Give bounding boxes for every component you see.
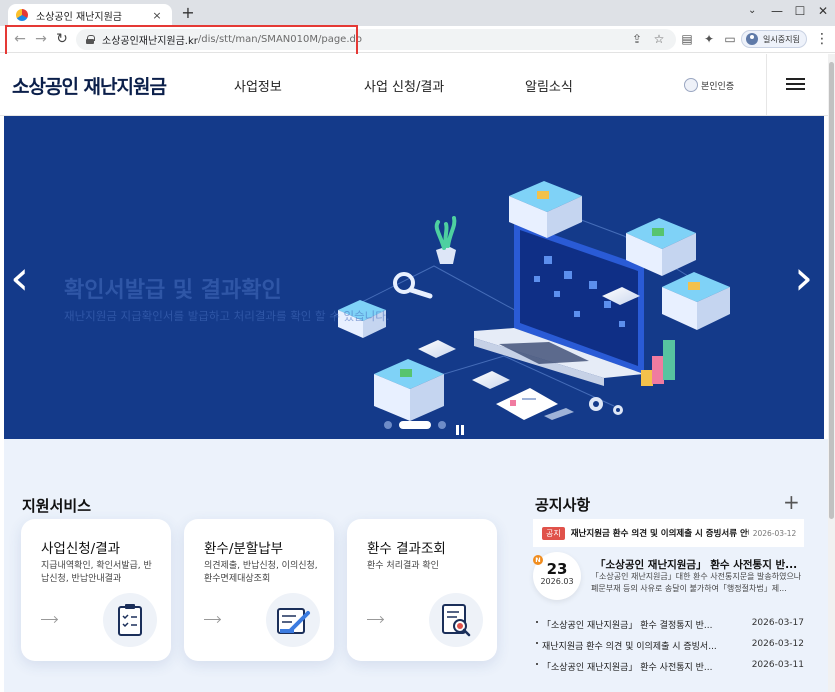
pinned-notice-text: 재난지원금 환수 의견 및 이의제출 시 증빙서류 안내 xyxy=(570,529,749,539)
notices-more-button[interactable]: + xyxy=(783,492,800,512)
hamburger-menu-icon[interactable] xyxy=(786,78,805,90)
service-card-desc: 환수 처리결과 확인 xyxy=(367,561,439,571)
nav-item-business-info[interactable]: 사업정보 xyxy=(234,76,282,95)
service-card-desc: 의견제출, 반납신청, 이의신청, 환수면제대상조회 xyxy=(204,561,318,584)
service-card-title: 환수/분할납부 xyxy=(204,541,284,557)
new-tab-button[interactable]: + xyxy=(180,4,196,22)
hero-subtitle: 재난지원금 지급확인서를 발급하고 처리결과를 확인 할 수 있습니다. xyxy=(64,309,390,323)
browser-tab-strip: 소상공인 재난지원금 × + ⌄ — ☐ ✕ xyxy=(0,0,835,26)
slide-prev-button[interactable]: ‹ xyxy=(10,254,29,302)
slide-pause-icon[interactable] xyxy=(456,420,466,435)
browser-tab[interactable]: 소상공인 재난지원금 × xyxy=(8,4,172,26)
browser-menu-icon[interactable]: ⋮ xyxy=(815,31,829,47)
notice-item-text: 「소상공인 재난지원금」 환수 사전통지 반... xyxy=(542,663,713,673)
list-item[interactable]: 「소상공인 재난지원금」 환수 사전통지 반... 2026-03-11 xyxy=(536,660,804,681)
identity-verification-icon xyxy=(684,78,698,92)
bar-chart-icon xyxy=(641,340,675,386)
support-services-title: 지원서비스 xyxy=(22,497,92,515)
site-favicon-icon xyxy=(16,9,28,21)
identity-verification-button[interactable]: 본인인증 xyxy=(684,78,734,92)
server-block-icon xyxy=(374,359,444,421)
notice-item-text: 「소상공인 재난지원금」 환수 결정통지 반... xyxy=(542,621,713,631)
document-search-icon xyxy=(429,593,483,647)
bullet-icon xyxy=(536,621,538,623)
window-close-button[interactable]: ✕ xyxy=(816,4,830,18)
list-item[interactable]: 「소상공인 재난지원금」 환수 결정통지 반... 2026-03-17 xyxy=(536,618,804,639)
arrow-right-icon xyxy=(367,619,383,620)
site-logo[interactable]: 소상공인 재난지원금 xyxy=(12,72,167,99)
service-card-title: 환수 결과조회 xyxy=(367,541,446,557)
notice-item-date: 2026-03-12 xyxy=(751,639,804,649)
slide-dot-active[interactable] xyxy=(399,421,431,429)
slide-pagination xyxy=(384,421,453,429)
arrow-right-icon xyxy=(204,619,220,620)
gear-icon xyxy=(589,397,623,415)
new-badge: N xyxy=(533,555,543,565)
hero-title: 확인서발급 및 결과확인 xyxy=(64,278,282,303)
featured-notice[interactable]: 23 2026.03 N 「소상공인 재난지원금」 환수 사전통지 반... 「… xyxy=(533,552,804,604)
featured-notice-desc: 「소상공인 재난지원금」대한 환수 사전통지문을 발송하였으나 폐문부재 등의 … xyxy=(591,572,802,593)
notices-title: 공지사항 xyxy=(535,496,591,514)
slide-next-button[interactable]: › xyxy=(794,254,813,302)
server-block-icon xyxy=(662,272,730,330)
service-card-title: 사업신청/결과 xyxy=(41,541,121,557)
profile-button[interactable]: 일시중지됨 xyxy=(741,30,807,48)
notice-item-date: 2026-03-11 xyxy=(751,660,804,670)
list-item[interactable]: 재난지원금 환수 의견 및 이의제출 시 증빙서... 2026-03-12 xyxy=(536,639,804,660)
tab-close-icon[interactable]: × xyxy=(150,9,164,22)
featured-notice-year-month: 2026.03 xyxy=(540,577,574,586)
notice-item-text: 재난지원금 환수 의견 및 이의제출 시 증빙서... xyxy=(542,642,717,652)
pinned-notice-date: 2026-03-12 xyxy=(752,528,797,538)
all-menu-area xyxy=(766,54,828,116)
notice-item-date: 2026-03-17 xyxy=(751,618,804,628)
profile-label: 일시중지됨 xyxy=(763,34,800,44)
site-header: 소상공인 재난지원금 사업정보 사업 신청/결과 알림소식 본인인증 xyxy=(0,54,828,116)
tab-search-chevron-icon[interactable]: ⌄ xyxy=(748,5,756,16)
url-highlight-box xyxy=(5,25,358,56)
maximize-button[interactable]: ☐ xyxy=(793,4,807,18)
magnifier-icon xyxy=(393,272,433,299)
featured-notice-title: 「소상공인 재난지원금」 환수 사전통지 반... xyxy=(595,559,798,571)
cast-icon[interactable]: ▤ xyxy=(680,32,694,46)
bookmark-star-icon[interactable]: ☆ xyxy=(652,32,666,46)
notice-tag-badge: 공지 xyxy=(542,526,565,540)
arrow-right-icon xyxy=(41,619,57,620)
profile-avatar-icon xyxy=(746,33,758,45)
minimize-button[interactable]: — xyxy=(770,4,784,18)
slide-dot[interactable] xyxy=(384,421,392,429)
nav-item-apply-result[interactable]: 사업 신청/결과 xyxy=(364,76,444,95)
extensions-puzzle-icon[interactable]: ✦ xyxy=(702,32,716,46)
document-edit-icon xyxy=(266,593,320,647)
page-scrollbar-thumb[interactable] xyxy=(829,62,834,519)
plant-icon xyxy=(434,216,457,264)
service-card-refund-installment[interactable]: 환수/분할납부 의견제출, 반납신청, 이의신청, 환수면제대상조회 xyxy=(184,519,334,661)
side-panel-icon[interactable]: ▭ xyxy=(723,32,737,46)
document-icon xyxy=(496,388,574,420)
nav-item-news[interactable]: 알림소식 xyxy=(525,76,573,95)
share-icon[interactable]: ⇪ xyxy=(630,32,644,46)
notice-list: 「소상공인 재난지원금」 환수 결정통지 반... 2026-03-17 재난지… xyxy=(536,618,804,681)
service-card-refund-result[interactable]: 환수 결과조회 환수 처리결과 확인 xyxy=(347,519,497,661)
identity-verification-label: 본인인증 xyxy=(701,81,735,92)
hero-banner: 확인서발급 및 결과확인 재난지원금 지급확인서를 발급하고 처리결과를 확인 … xyxy=(4,116,824,439)
bullet-icon xyxy=(536,642,538,644)
slide-dot[interactable] xyxy=(438,421,446,429)
tab-title: 소상공인 재난지원금 xyxy=(36,11,122,23)
bullet-icon xyxy=(536,663,538,665)
clipboard-icon xyxy=(103,593,157,647)
pinned-notice[interactable]: 공지 재난지원금 환수 의견 및 이의제출 시 증빙서류 안내 2026-03-… xyxy=(533,519,804,547)
service-card-apply-result[interactable]: 사업신청/결과 지급내역확인, 확인서발급, 반납신청, 반납안내결과 xyxy=(21,519,171,661)
service-card-desc: 지급내역확인, 확인서발급, 반납신청, 반납안내결과 xyxy=(41,561,152,584)
